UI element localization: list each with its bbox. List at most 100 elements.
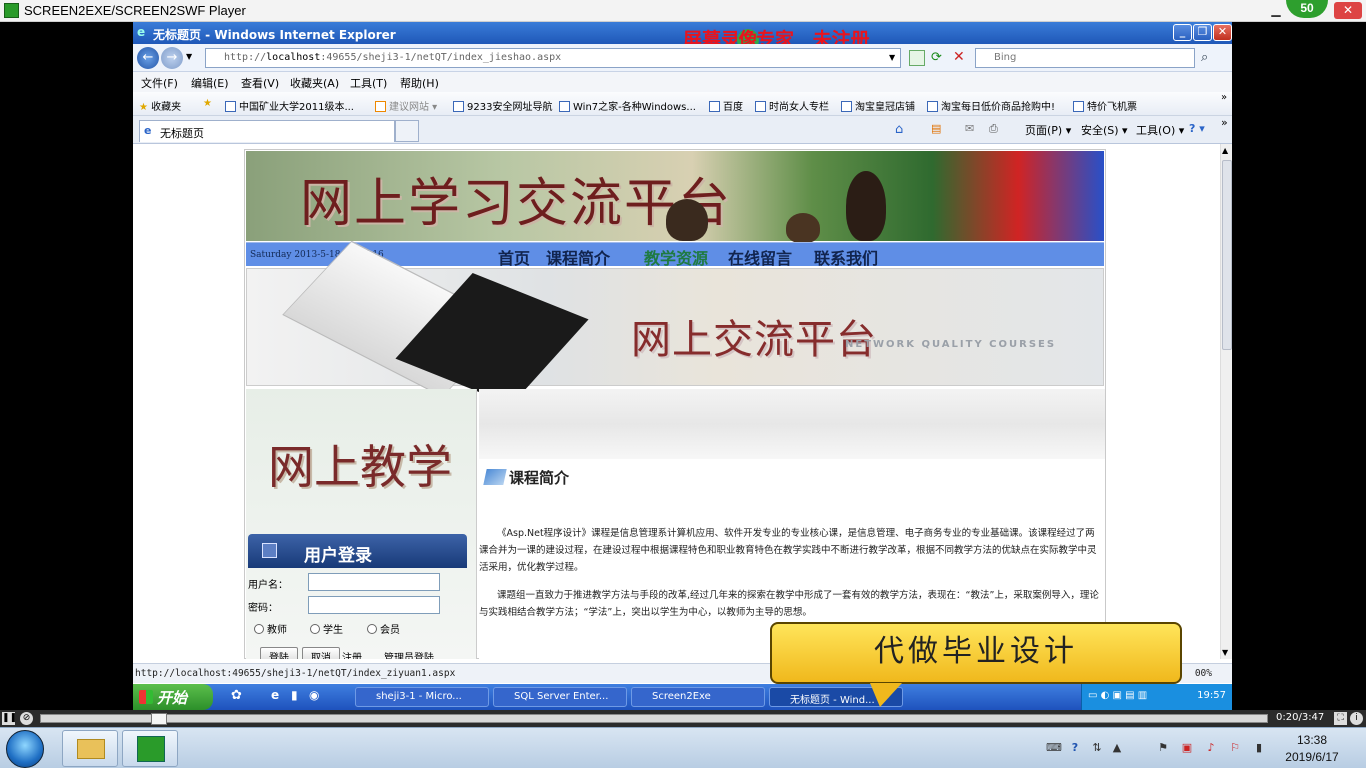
address-input[interactable]: http://localhost:49655/sheji3-1/netQT/in…: [205, 48, 901, 68]
xp-start-button[interactable]: 开始: [133, 684, 213, 710]
nav-home[interactable]: 首页: [498, 245, 530, 269]
login-header: 用户登录: [248, 534, 467, 568]
favorite-link[interactable]: 淘宝皇冠店铺: [841, 98, 915, 113]
menu-view[interactable]: 查看(V): [241, 75, 279, 91]
role-teacher-radio[interactable]: 教师: [254, 621, 287, 636]
address-dropdown-icon[interactable]: ▼: [889, 53, 895, 62]
page-menu[interactable]: 页面(P) ▾: [1025, 122, 1071, 138]
compat-view-icon[interactable]: [909, 50, 925, 66]
nav-course-intro[interactable]: 课程简介: [546, 245, 610, 269]
new-tab-button[interactable]: [395, 120, 419, 142]
ie-restore-button[interactable]: ❐: [1193, 24, 1212, 41]
scroll-down-icon[interactable]: ▼: [1222, 648, 1228, 657]
login-button[interactable]: 登陆: [260, 647, 298, 659]
favorite-link[interactable]: Win7之家-各种Windows...: [559, 98, 696, 113]
search-input[interactable]: Bing: [975, 48, 1195, 68]
favorite-link[interactable]: 淘宝每日低价商品抢购中!: [927, 98, 1055, 113]
page-scrollbar[interactable]: ▲ ▼: [1220, 144, 1232, 659]
keyboard-icon[interactable]: ⌨: [1046, 741, 1062, 755]
network-icon[interactable]: ▣: [1180, 741, 1194, 755]
menu-edit[interactable]: 编辑(E): [191, 75, 229, 91]
home-icon[interactable]: ⌂: [895, 122, 903, 137]
register-link[interactable]: 注册: [342, 649, 362, 659]
explorer-taskbar-icon[interactable]: [62, 730, 118, 767]
favorite-link[interactable]: 时尚女人专栏: [755, 98, 829, 113]
cancel-button[interactable]: 取消: [302, 647, 340, 659]
show-hidden-icons[interactable]: ▲: [1110, 741, 1124, 755]
add-favorite-icon[interactable]: ★: [203, 98, 212, 109]
quicklaunch-ie-icon[interactable]: e: [271, 688, 279, 702]
favorite-link[interactable]: 中国矿业大学2011级本...: [225, 98, 354, 113]
minimize-button[interactable]: ▁: [1266, 2, 1286, 19]
win7-start-orb[interactable]: [6, 730, 44, 768]
quicklaunch-icon[interactable]: ◉: [309, 688, 319, 702]
history-dropdown-icon[interactable]: ▼: [186, 52, 192, 61]
admin-login-link[interactable]: 管理员登陆: [384, 649, 434, 659]
back-icon[interactable]: ←: [137, 47, 159, 69]
favorites-bar: ★ 收藏夹 ★ 中国矿业大学2011级本... 建议网站 ▾ 9233安全网址导…: [133, 92, 1232, 116]
close-button[interactable]: ✕: [1334, 2, 1362, 19]
safety-menu[interactable]: 安全(S) ▾: [1081, 122, 1128, 138]
nav-resources[interactable]: 教学资源: [644, 245, 708, 269]
win7-clock[interactable]: 13:38 2019/6/17: [1276, 732, 1348, 766]
notification-icon[interactable]: ⚑: [1156, 741, 1170, 755]
stop-icon[interactable]: ✕: [953, 49, 969, 65]
fullscreen-icon[interactable]: ⛶: [1334, 712, 1347, 725]
seek-knob[interactable]: [151, 713, 167, 725]
password-input[interactable]: [308, 596, 440, 614]
help-icon[interactable]: ? ▾: [1189, 122, 1205, 135]
zoom-level[interactable]: 00%: [1195, 668, 1212, 679]
refresh-icon[interactable]: ⟳: [931, 50, 947, 66]
signal-icon[interactable]: ▮: [1252, 741, 1266, 755]
favorite-link[interactable]: 9233安全网址导航: [453, 98, 552, 113]
search-icon[interactable]: ⌕: [1201, 50, 1208, 65]
favorite-link[interactable]: 特价飞机票: [1073, 98, 1137, 113]
scroll-up-icon[interactable]: ▲: [1222, 146, 1228, 155]
chevron-more-icon[interactable]: »: [1221, 116, 1228, 129]
tray-icons[interactable]: ▭ ◐ ▣ ▤ ▥: [1088, 690, 1147, 701]
screen2exe-taskbar-icon[interactable]: [122, 730, 178, 767]
info-icon[interactable]: i: [1350, 712, 1363, 725]
nav-contact[interactable]: 联系我们: [814, 245, 878, 269]
seek-bar[interactable]: [40, 713, 1268, 725]
menu-tools[interactable]: 工具(T): [350, 75, 387, 91]
ad-bubble-tail: [870, 683, 902, 707]
menu-help[interactable]: 帮助(H): [400, 75, 439, 91]
pause-icon[interactable]: ❚❚: [2, 712, 17, 725]
help-tray-icon[interactable]: ?: [1068, 741, 1082, 755]
favorite-link-label: Win7之家-各种Windows...: [573, 102, 696, 113]
mail-icon[interactable]: ✉: [965, 122, 974, 135]
role-member-radio[interactable]: 会员: [367, 621, 400, 636]
taskbar-item-screen2exe[interactable]: Screen2Exe: [631, 687, 765, 707]
ie-title-bar: e 无标题页 - Windows Internet Explorer 屏幕录像专…: [133, 22, 1232, 51]
username-input[interactable]: [308, 573, 440, 591]
xp-clock: 19:57: [1197, 690, 1226, 701]
taskbar-item-vs[interactable]: sheji3-1 - Micro...: [355, 687, 489, 707]
feeds-icon[interactable]: ▤: [931, 122, 941, 135]
forward-icon[interactable]: →: [161, 47, 183, 69]
menu-favorites[interactable]: 收藏夹(A): [290, 75, 339, 91]
quicklaunch-icon[interactable]: ▮: [291, 688, 298, 702]
role-student-radio[interactable]: 学生: [310, 621, 343, 636]
ie-close-button[interactable]: ✕: [1213, 24, 1232, 41]
favorite-link-label: 建议网站 ▾: [389, 102, 438, 113]
ie-minimize-button[interactable]: _: [1173, 24, 1192, 41]
print-icon[interactable]: ⎙: [989, 122, 998, 136]
volume-icon[interactable]: ♪: [1204, 741, 1218, 755]
action-center-icon[interactable]: ⚐: [1228, 741, 1242, 755]
chevron-more-icon[interactable]: »: [1221, 92, 1227, 103]
favorite-link[interactable]: 建议网站 ▾: [375, 98, 437, 113]
banner-photo: [666, 199, 708, 241]
tray-icon[interactable]: ⇅: [1090, 741, 1104, 755]
favorite-link[interactable]: 百度: [709, 98, 743, 113]
settings-icon[interactable]: ⊘: [20, 712, 33, 725]
nav-messages[interactable]: 在线留言: [728, 245, 792, 269]
menu-file[interactable]: 文件(F): [141, 75, 178, 91]
tools-menu[interactable]: 工具(O) ▾: [1136, 122, 1184, 138]
quicklaunch-icon[interactable]: ✿: [231, 688, 242, 703]
favorites-button[interactable]: ★ 收藏夹: [139, 98, 181, 113]
scroll-thumb[interactable]: [1222, 160, 1232, 350]
taskbar-item-sql[interactable]: SQL Server Enter...: [493, 687, 627, 707]
tab-current[interactable]: e 无标题页: [139, 120, 395, 142]
status-url: http://localhost:49655/sheji3-1/netQT/in…: [135, 668, 456, 679]
